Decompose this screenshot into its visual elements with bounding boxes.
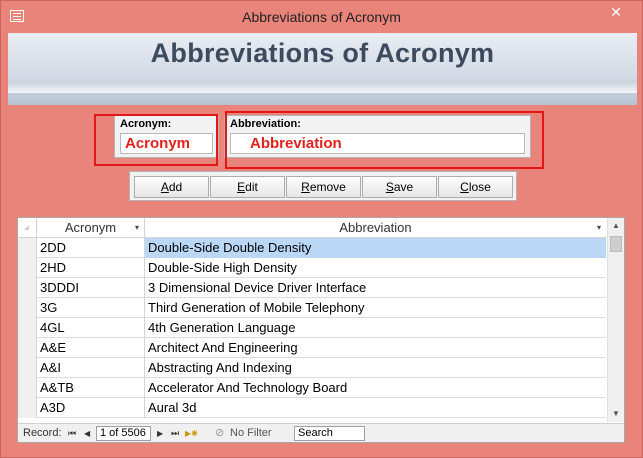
vertical-scrollbar[interactable]: ▲ ▼	[607, 218, 624, 422]
acronym-cell[interactable]: 3DDDI	[37, 278, 145, 298]
record-label: Record:	[23, 427, 62, 439]
form-detail: Acronym: Acronym Abbreviation: Abbreviat…	[8, 105, 637, 451]
last-record-icon[interactable]: ⏭	[171, 426, 179, 441]
close-button-label: lose	[468, 180, 491, 194]
select-all-corner[interactable]	[18, 218, 37, 238]
abbreviation-cell[interactable]: Double-Side High Density	[145, 258, 606, 278]
table-row[interactable]: A&I Abstracting And Indexing	[18, 358, 606, 378]
title-bar: Abbreviations of Acronym ✕	[1, 1, 642, 33]
scroll-up-icon[interactable]: ▲	[608, 218, 624, 234]
record-navigation-bar: Record: ⏮ ◀ 1 of 5506 ▶ ⏭ ▶✱ ⊘ No Filter…	[18, 423, 624, 442]
acronym-cell[interactable]: 2DD	[37, 238, 145, 258]
edit-button[interactable]: Edit	[210, 176, 285, 198]
table-row[interactable]: 4GL 4th Generation Language	[18, 318, 606, 338]
row-selector[interactable]	[18, 238, 37, 258]
save-button[interactable]: Save	[362, 176, 437, 198]
remove-button[interactable]: Remove	[286, 176, 361, 198]
grid-header: Acronym ▾ Abbreviation ▾	[18, 218, 606, 238]
remove-button-accel: R	[301, 180, 310, 194]
add-button[interactable]: Add	[134, 176, 209, 198]
row-selector[interactable]	[18, 398, 37, 418]
grid-rows: 2DD Double-Side Double Density 2HD Double-…	[18, 238, 606, 418]
abbreviation-cell[interactable]: 3 Dimensional Device Driver Interface	[145, 278, 606, 298]
acronym-cell[interactable]: 3G	[37, 298, 145, 318]
abbreviation-cell[interactable]: Architect And Engineering	[145, 338, 606, 358]
acronym-cell[interactable]: A3D	[37, 398, 145, 418]
acronym-datasheet: Acronym ▾ Abbreviation ▾ 2DD Double-Side …	[17, 217, 625, 443]
table-row[interactable]: 2HD Double-Side High Density	[18, 258, 606, 278]
first-record-icon[interactable]: ⏮	[68, 426, 76, 441]
scroll-down-icon[interactable]: ▼	[608, 406, 624, 422]
abbreviation-cell[interactable]: Abstracting And Indexing	[145, 358, 606, 378]
chevron-down-icon[interactable]: ▾	[597, 218, 601, 238]
next-record-icon[interactable]: ▶	[157, 426, 163, 441]
window-close-button[interactable]: ✕	[606, 4, 626, 20]
close-button[interactable]: Close	[438, 176, 513, 198]
remove-button-label: emove	[309, 180, 346, 194]
row-selector[interactable]	[18, 278, 37, 298]
table-row[interactable]: 3G Third Generation of Mobile Telephony	[18, 298, 606, 318]
form-header: Abbreviations of Acronym	[8, 33, 637, 105]
close-button-accel: C	[460, 180, 469, 194]
acronym-highlight-frame	[94, 114, 218, 166]
column-header-abbreviation-label: Abbreviation	[339, 220, 412, 235]
abbreviation-cell[interactable]: Accelerator And Technology Board	[145, 378, 606, 398]
acronym-cell[interactable]: 4GL	[37, 318, 145, 338]
add-button-accel: A	[160, 180, 169, 194]
filter-icon[interactable]: ⊘	[215, 426, 224, 441]
previous-record-icon[interactable]: ◀	[84, 426, 90, 441]
save-button-accel: S	[385, 180, 394, 194]
acronym-cell[interactable]: 2HD	[37, 258, 145, 278]
row-selector[interactable]	[18, 338, 37, 358]
row-selector[interactable]	[18, 358, 37, 378]
button-bar: Add Edit Remove Save Close	[129, 171, 517, 201]
abbreviation-cell[interactable]: Aural 3d	[145, 398, 606, 418]
row-selector[interactable]	[18, 298, 37, 318]
acronym-cell[interactable]: A&TB	[37, 378, 145, 398]
edit-button-label: dit	[245, 180, 258, 194]
header-band	[8, 81, 637, 93]
abbreviation-cell[interactable]: 4th Generation Language	[145, 318, 606, 338]
abbreviation-cell[interactable]: Double-Side Double Density	[145, 238, 606, 258]
abbreviation-highlight-frame	[225, 111, 544, 169]
current-record-input[interactable]: 1 of 5506	[96, 426, 151, 441]
row-selector[interactable]	[18, 378, 37, 398]
abbreviation-cell[interactable]: Third Generation of Mobile Telephony	[145, 298, 606, 318]
row-selector[interactable]	[18, 258, 37, 278]
search-input[interactable]: Search	[294, 426, 365, 441]
add-button-label: dd	[168, 180, 183, 194]
scroll-thumb[interactable]	[610, 236, 622, 252]
save-button-label: ave	[393, 180, 414, 194]
row-selector[interactable]	[18, 318, 37, 338]
table-row[interactable]: A3D Aural 3d	[18, 398, 606, 418]
app-window: Abbreviations of Acronym ✕ Abbreviations…	[0, 0, 643, 458]
column-header-abbreviation[interactable]: Abbreviation ▾	[145, 218, 606, 238]
acronym-cell[interactable]: A&E	[37, 338, 145, 358]
table-row[interactable]: A&TB Accelerator And Technology Board	[18, 378, 606, 398]
column-header-acronym-label: Acronym	[64, 220, 117, 235]
table-row[interactable]: A&E Architect And Engineering	[18, 338, 606, 358]
chevron-down-icon[interactable]: ▾	[135, 218, 139, 238]
column-header-acronym[interactable]: Acronym ▾	[37, 218, 145, 238]
page-title: Abbreviations of Acronym	[150, 38, 495, 68]
table-row[interactable]: 2DD Double-Side Double Density	[18, 238, 606, 258]
edit-button-accel: E	[237, 180, 246, 194]
no-filter-label[interactable]: No Filter	[230, 426, 272, 441]
form-area: Abbreviations of Acronym Acronym: Acrony…	[8, 33, 637, 451]
new-record-icon[interactable]: ▶✱	[185, 426, 198, 441]
window-title: Abbreviations of Acronym	[242, 9, 401, 25]
table-row[interactable]: 3DDDI 3 Dimensional Device Driver Interfa…	[18, 278, 606, 298]
acronym-cell[interactable]: A&I	[37, 358, 145, 378]
